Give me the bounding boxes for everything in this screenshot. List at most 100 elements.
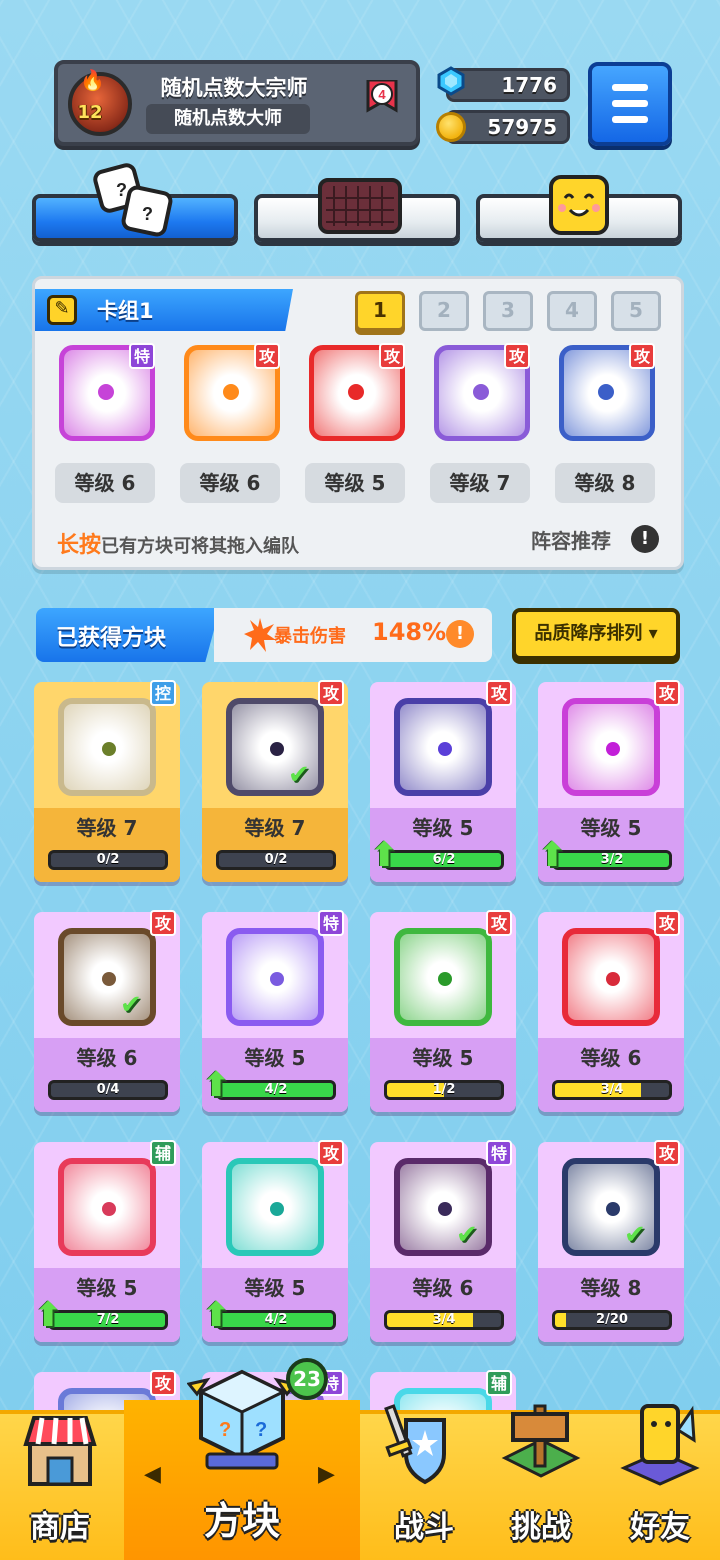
pip-icon: [102, 742, 116, 756]
nav-challenge[interactable]: 挑战: [484, 1404, 598, 1560]
menu-bar-icon: [612, 84, 648, 91]
flame-icon: 🔥: [80, 68, 105, 92]
chevron-right-icon[interactable]: ▶: [318, 1462, 335, 1487]
deck-slot-5[interactable]: 5: [611, 291, 661, 331]
pencil-icon[interactable]: ✎: [47, 295, 77, 325]
progress-text: 3/4: [432, 1312, 456, 1327]
progress-text: 4/2: [264, 1082, 288, 1097]
type-badge: 攻: [379, 343, 405, 369]
progress-text: 7/2: [96, 1312, 120, 1327]
pip-icon: [606, 742, 620, 756]
crit-panel[interactable]: 暴击伤害 148% !: [214, 608, 492, 662]
block-card[interactable]: 等级 6 3/4: [538, 912, 684, 1112]
info-icon[interactable]: !: [631, 525, 659, 553]
type-badge: 攻: [654, 1140, 680, 1166]
block-icon: [58, 1158, 156, 1256]
burst-icon: [244, 618, 276, 652]
upgrade-arrow-icon: ⬆: [538, 835, 567, 875]
checkmark-icon: ✔: [456, 1220, 478, 1250]
nav-friends[interactable]: 好友: [600, 1404, 720, 1560]
profile-panel[interactable]: 🔥 12 随机点数大宗师 随机点数大师 4: [54, 60, 420, 146]
nav-blocks[interactable]: ? ? ◀ ▶ 方块: [124, 1369, 360, 1550]
upgrade-arrow-icon: ⬆: [202, 1065, 231, 1105]
type-badge: 辅: [486, 1370, 512, 1396]
block-card[interactable]: 等级 5 3/2 ⬆: [538, 682, 684, 882]
menu-button[interactable]: [588, 62, 672, 146]
checkmark-icon: ✔: [120, 990, 142, 1020]
block-icon: [562, 698, 660, 796]
nav-battle-label: 战斗: [394, 1510, 454, 1545]
deck-slot-1[interactable]: 1: [355, 291, 405, 331]
block-level: 等级 6: [412, 1276, 474, 1300]
type-badge: 攻: [150, 1370, 176, 1396]
block-icon: [562, 928, 660, 1026]
deck-card-level: 等级 5: [305, 463, 405, 503]
deck-name-tab[interactable]: ✎ 卡组1: [35, 289, 293, 331]
pip-icon: [223, 384, 239, 400]
block-card[interactable]: 等级 5 1/2: [370, 912, 516, 1112]
deck-card-level: 等级 7: [430, 463, 530, 503]
chevron-left-icon[interactable]: ◀: [144, 1462, 161, 1487]
block-card[interactable]: 等级 7 0/2 ✔: [202, 682, 348, 882]
pip-icon: [270, 972, 284, 986]
gem-icon: [437, 66, 465, 96]
type-badge: 特: [318, 910, 344, 936]
progress-text: 6/2: [432, 852, 456, 867]
deck-card-level: 等级 6: [55, 463, 155, 503]
svg-text:?: ?: [142, 204, 153, 224]
deck-slot-4[interactable]: 4: [547, 291, 597, 331]
checkmark-icon: ✔: [288, 760, 310, 790]
pip-icon: [348, 384, 364, 400]
block-card[interactable]: 等级 5 6/2 ⬆: [370, 682, 516, 882]
pip-icon: [438, 1202, 452, 1216]
block-level: 等级 6: [76, 1046, 138, 1070]
block-card[interactable]: 等级 6 3/4 ✔: [370, 1142, 516, 1342]
gem-value: 1776: [501, 73, 557, 97]
blocks-box-icon: ? ?: [187, 1369, 297, 1470]
nav-shop[interactable]: 商店: [0, 1410, 120, 1560]
block-level: 等级 7: [76, 816, 138, 840]
type-badge: 攻: [654, 680, 680, 706]
block-card[interactable]: 等级 8 2/20 ✔: [538, 1142, 684, 1342]
crit-info-icon[interactable]: !: [446, 620, 474, 648]
crit-label: 暴击伤害: [274, 626, 346, 647]
pip-icon: [102, 972, 116, 986]
rank-ribbon-icon: 4: [366, 80, 398, 113]
sort-label: 品质降序排列: [534, 623, 643, 644]
dice-icon: ? ?: [93, 163, 173, 237]
type-badge: 攻: [504, 343, 530, 369]
block-level: 等级 6: [580, 1046, 642, 1070]
progress-bar: 3/4: [552, 1080, 672, 1100]
sword-shield-icon: [384, 1404, 446, 1485]
type-badge: 攻: [629, 343, 655, 369]
progress-text: 0/2: [96, 852, 120, 867]
sort-dropdown[interactable]: 品质降序排列 ▾: [512, 608, 680, 660]
type-badge: 攻: [318, 680, 344, 706]
deck-card-level: 等级 6: [180, 463, 280, 503]
coin-icon: [436, 112, 466, 142]
block-card[interactable]: 等级 5 4/2 ⬆: [202, 1142, 348, 1342]
progress-text: 1/2: [432, 1082, 456, 1097]
svg-text:?: ?: [116, 180, 127, 200]
pip-icon: [606, 1202, 620, 1216]
type-badge: 攻: [318, 1140, 344, 1166]
deck-panel: ✎ 卡组1 1 2 3 4 5 特等级 6 攻等级 6 攻等级 5 攻等级 7 攻等级 …: [32, 276, 684, 570]
recommend-button[interactable]: 阵容推荐: [531, 525, 611, 554]
block-card[interactable]: 等级 5 7/2 ⬆: [34, 1142, 180, 1342]
menu-bar-icon: [612, 100, 648, 107]
pip-icon: [598, 384, 614, 400]
type-badge: 攻: [254, 343, 280, 369]
block-card[interactable]: 等级 7 0/2: [34, 682, 180, 882]
block-card[interactable]: 等级 5 4/2 ⬆: [202, 912, 348, 1112]
smile-icon: [549, 175, 609, 235]
crit-value: 148%: [372, 618, 447, 646]
block-card[interactable]: 等级 6 0/4 ✔: [34, 912, 180, 1112]
pip-icon: [606, 972, 620, 986]
deck-slot-3[interactable]: 3: [483, 291, 533, 331]
progress-text: 3/4: [600, 1082, 624, 1097]
type-badge: 控: [150, 680, 176, 706]
nav-battle[interactable]: 战斗: [364, 1404, 484, 1560]
deck-slot-2[interactable]: 2: [419, 291, 469, 331]
block-icon: [58, 698, 156, 796]
board-icon: [318, 178, 402, 234]
